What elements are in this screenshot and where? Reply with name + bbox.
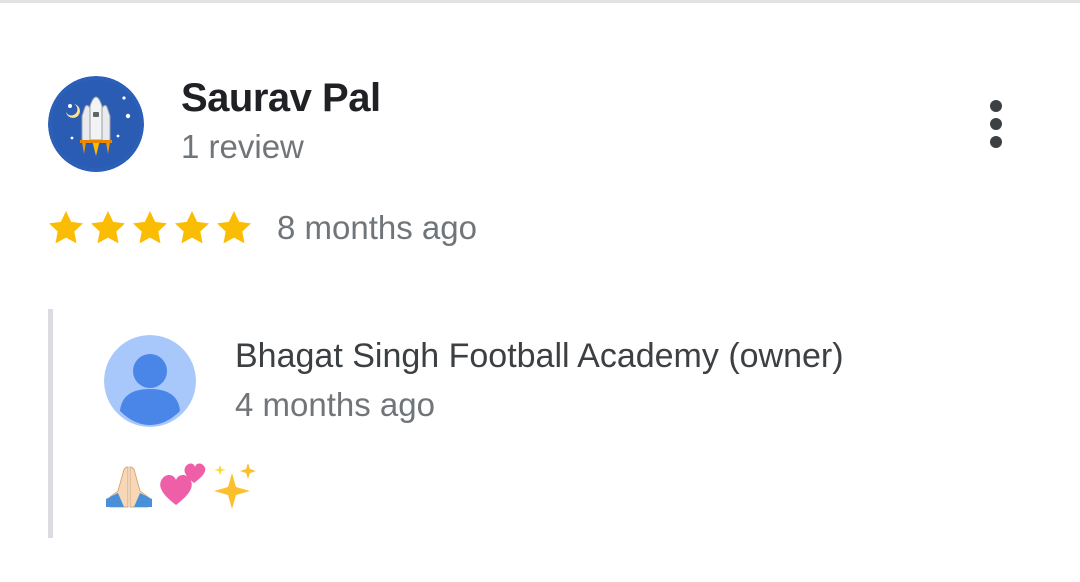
- star-rating: [46, 208, 254, 248]
- top-divider: [0, 0, 1080, 3]
- more-vert-icon-dot: [990, 100, 1002, 112]
- more-options-button[interactable]: [974, 96, 1018, 152]
- reply-indent-bar: [48, 309, 53, 538]
- star-icon: [49, 211, 83, 244]
- owner-name: Bhagat Singh Football Academy (owner): [235, 337, 844, 375]
- reply-text: [104, 456, 260, 512]
- rocket-shuttle-avatar-icon: [48, 76, 144, 172]
- two-hearts-emoji-icon: [160, 463, 206, 505]
- star-icon: [217, 211, 251, 244]
- sparkles-emoji-icon: [214, 463, 256, 509]
- reply-date: 4 months ago: [235, 386, 435, 423]
- star-icon: [91, 211, 125, 244]
- owner-avatar[interactable]: [104, 335, 196, 427]
- more-vert-icon-dot: [990, 118, 1002, 130]
- default-person-avatar-icon: [104, 335, 196, 427]
- review-card: Saurav Pal 1 review 8 months ago Bhagat …: [0, 0, 1080, 582]
- folded-hands-emoji-icon: [106, 466, 152, 508]
- star-icon: [175, 211, 209, 244]
- review-date: 8 months ago: [277, 209, 477, 246]
- review-count[interactable]: 1 review: [181, 128, 304, 166]
- reviewer-avatar[interactable]: [48, 76, 144, 172]
- star-icon: [133, 211, 167, 244]
- reviewer-name[interactable]: Saurav Pal: [181, 76, 381, 121]
- more-vert-icon-dot: [990, 136, 1002, 148]
